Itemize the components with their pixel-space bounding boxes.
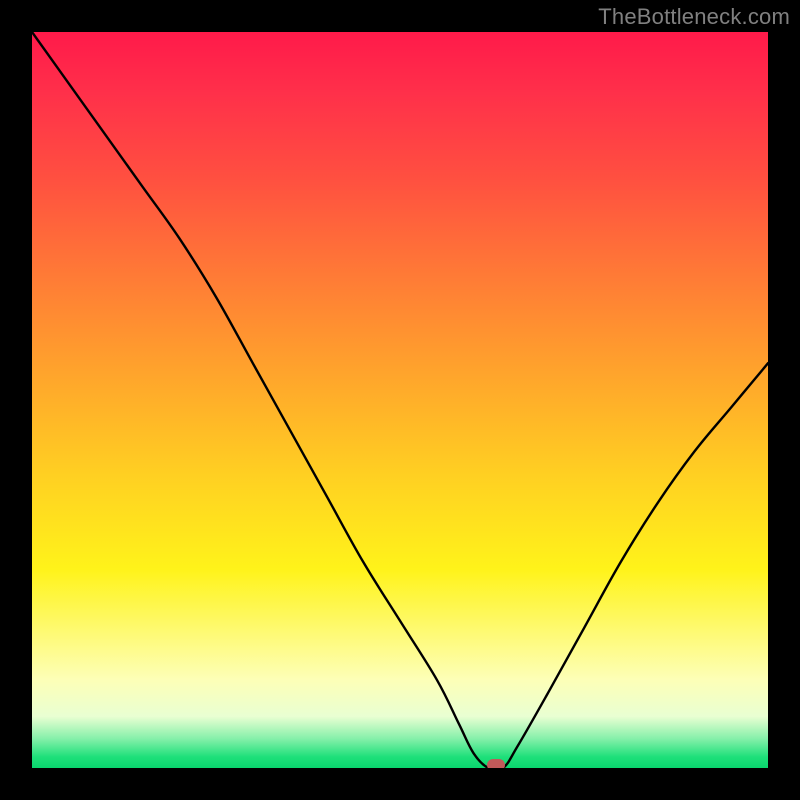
bottleneck-curve-svg [32,32,768,768]
chart-frame: TheBottleneck.com [0,0,800,800]
optimal-point-marker [487,759,505,768]
plot-area [32,32,768,768]
bottleneck-curve-path [32,32,768,768]
watermark-text: TheBottleneck.com [598,4,790,30]
